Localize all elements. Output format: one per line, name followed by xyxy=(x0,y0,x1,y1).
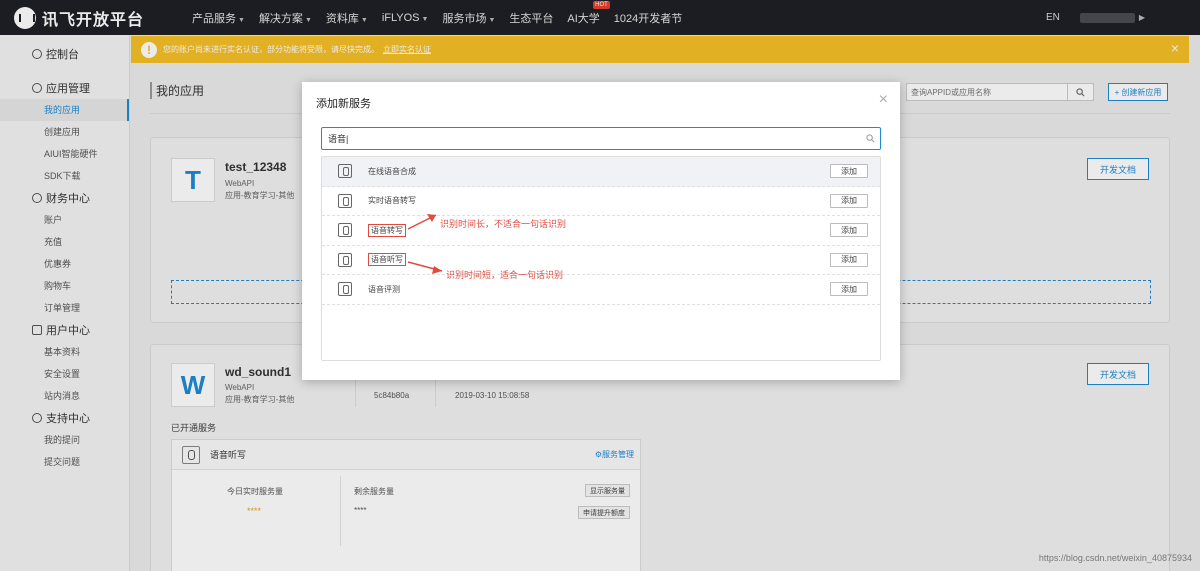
watermark: https://blog.csdn.net/weixin_40875934 xyxy=(1038,553,1192,563)
annotation-short: 识别时间短，适合一句话识别 xyxy=(446,270,564,280)
annotation-long: 识别时间长，不适合一句话识别 xyxy=(440,219,567,229)
annotation-arrows xyxy=(407,214,443,274)
